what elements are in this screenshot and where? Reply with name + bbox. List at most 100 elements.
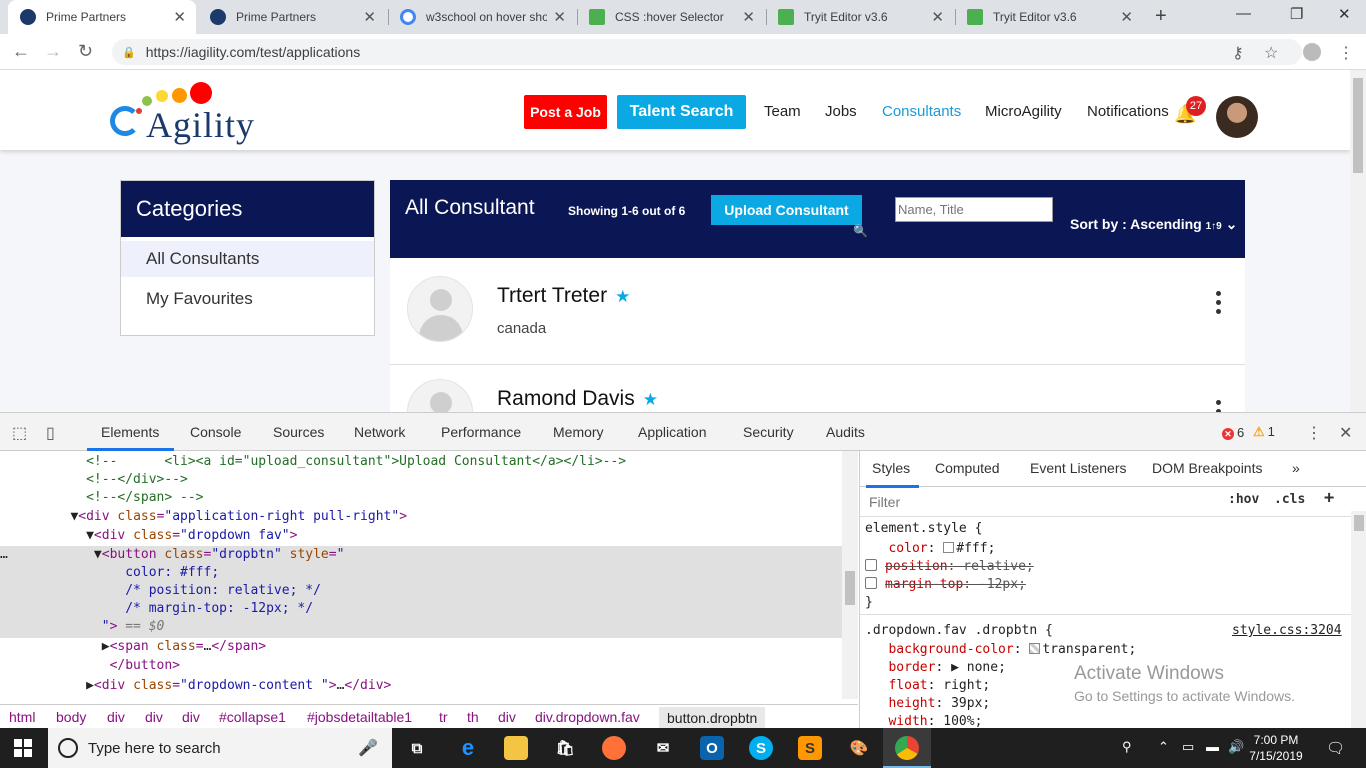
reload-icon[interactable]: ↻ <box>78 41 93 62</box>
tab-application[interactable]: Application <box>638 424 707 440</box>
search-icon[interactable]: 🔍 <box>853 224 868 238</box>
browser-tab[interactable]: Tryit Editor v3.6 ✕ <box>766 0 954 34</box>
sublime-text-icon[interactable]: S <box>798 736 822 760</box>
notifications-center-icon[interactable]: 🗨 <box>1326 739 1345 757</box>
paint-icon[interactable]: 🎨 <box>847 736 871 760</box>
store-icon[interactable]: 🛍 <box>553 736 577 760</box>
nav-jobs[interactable]: Jobs <box>825 103 857 120</box>
task-view-icon[interactable]: ⧉ <box>405 736 429 760</box>
nav-microagility[interactable]: MicroAgility <box>985 103 1062 120</box>
close-tab-icon[interactable]: ✕ <box>1120 8 1133 26</box>
consultant-row[interactable]: Ramond Davis ★ <box>390 365 1245 412</box>
favourite-star-icon[interactable]: ★ <box>615 287 630 306</box>
name-title-search-input[interactable] <box>895 197 1053 222</box>
close-tab-icon[interactable]: ✕ <box>931 8 944 26</box>
browser-tab[interactable]: w3school on hover sho ✕ <box>388 0 576 34</box>
file-explorer-icon[interactable] <box>504 736 528 760</box>
talent-search-button[interactable]: Talent Search <box>617 95 746 129</box>
tab-event-listeners[interactable]: Event Listeners <box>1030 460 1127 476</box>
error-count[interactable]: ✕ 6 <box>1222 425 1244 440</box>
browser-tab[interactable]: Tryit Editor v3.6 ✕ <box>955 0 1143 34</box>
category-all-consultants[interactable]: All Consultants <box>121 241 374 277</box>
volume-icon[interactable]: 🔊 <box>1228 739 1244 755</box>
chevron-up-icon[interactable]: ⌃ <box>1158 739 1169 755</box>
new-tab-button[interactable]: + <box>1155 5 1167 28</box>
nav-team[interactable]: Team <box>764 103 801 120</box>
device-toolbar-icon[interactable]: ▯ <box>46 423 55 443</box>
minimize-icon[interactable]: — <box>1236 5 1251 22</box>
menu-dots-icon[interactable]: ⋮ <box>1338 43 1354 63</box>
crumb-div[interactable]: div <box>107 709 125 725</box>
tab-memory[interactable]: Memory <box>553 424 604 440</box>
tab-audits[interactable]: Audits <box>826 424 865 440</box>
profile-icon[interactable] <box>1303 43 1321 61</box>
tab-security[interactable]: Security <box>743 424 794 440</box>
styles-filter-input[interactable]: Filter <box>863 491 1215 513</box>
tab-computed[interactable]: Computed <box>935 460 1000 476</box>
skype-icon[interactable]: S <box>749 736 773 760</box>
post-job-button[interactable]: Post a Job <box>524 95 607 129</box>
more-options-icon[interactable] <box>1216 400 1221 412</box>
url-field[interactable]: 🔒 https://iagility.com/test/applications <box>112 39 1302 65</box>
mail-icon[interactable]: ✉ <box>651 736 675 760</box>
people-icon[interactable]: ⚲ <box>1122 739 1132 755</box>
sort-dropdown[interactable]: Sort by : Ascending 1↑9 ⌄ <box>1070 216 1237 233</box>
close-devtools-icon[interactable]: ✕ <box>1339 423 1352 443</box>
category-my-favourites[interactable]: My Favourites <box>121 281 374 317</box>
agility-logo[interactable]: Agility <box>108 80 258 145</box>
crumb-dropdown-fav[interactable]: div.dropdown.fav <box>535 709 640 725</box>
new-style-rule-button[interactable]: + <box>1324 488 1334 508</box>
upload-consultant-button[interactable]: Upload Consultant <box>711 195 862 225</box>
more-tabs-icon[interactable]: » <box>1292 460 1300 476</box>
crumb-div[interactable]: div <box>145 709 163 725</box>
taskbar-search-box[interactable]: Type here to search 🎤 <box>48 728 392 768</box>
crumb-tr[interactable]: tr <box>439 709 448 725</box>
browser-tab[interactable]: Prime Partners ✕ <box>198 0 386 34</box>
user-avatar[interactable] <box>1216 96 1258 138</box>
outlook-icon[interactable]: O <box>700 736 724 760</box>
crumb-collapse1[interactable]: #collapse1 <box>219 709 286 725</box>
consultant-name[interactable]: Ramond Davis <box>497 387 635 410</box>
crumb-body[interactable]: body <box>56 709 86 725</box>
rule-source-link[interactable]: style.css:3204 <box>1232 623 1342 638</box>
inspect-element-icon[interactable]: ⬚ <box>12 423 27 443</box>
edge-icon[interactable]: e <box>456 735 480 760</box>
crumb-html[interactable]: html <box>9 709 35 725</box>
dom-scrollbar[interactable] <box>842 451 858 699</box>
tab-performance[interactable]: Performance <box>441 424 521 440</box>
tab-elements[interactable]: Elements <box>101 424 159 440</box>
firefox-icon[interactable] <box>602 736 626 760</box>
close-tab-icon[interactable]: ✕ <box>363 8 376 26</box>
windows-start-icon[interactable] <box>14 739 32 757</box>
nav-consultants[interactable]: Consultants <box>882 103 961 120</box>
microphone-icon[interactable]: 🎤 <box>358 738 378 758</box>
hover-state-toggle[interactable]: :hov <box>1228 492 1259 507</box>
styles-scrollbar[interactable] <box>1351 511 1366 729</box>
crumb-button-dropbtn[interactable]: button.dropbtn <box>659 707 766 729</box>
tab-console[interactable]: Console <box>190 424 241 440</box>
crumb-th[interactable]: th <box>467 709 479 725</box>
nav-notifications[interactable]: Notifications <box>1087 103 1169 120</box>
dom-tree[interactable]: <!-- <li><a id="upload_consultant">Uploa… <box>0 451 858 699</box>
close-tab-icon[interactable]: ✕ <box>173 8 186 26</box>
more-options-icon[interactable] <box>1216 291 1221 318</box>
tab-sources[interactable]: Sources <box>273 424 324 440</box>
tab-dom-breakpoints[interactable]: DOM Breakpoints <box>1152 460 1262 476</box>
consultant-row[interactable]: Trtert Treter ★ canada <box>390 258 1245 365</box>
tab-network[interactable]: Network <box>354 424 405 440</box>
favourite-star-icon[interactable]: ★ <box>643 390 658 409</box>
network-icon[interactable]: ▭ <box>1182 739 1194 755</box>
warning-count[interactable]: ⚠ 1 <box>1253 424 1275 440</box>
tab-styles[interactable]: Styles <box>872 460 910 476</box>
class-toggle[interactable]: .cls <box>1274 492 1305 507</box>
forward-icon[interactable]: → <box>44 41 62 62</box>
clock[interactable]: 7:00 PM 7/15/2019 <box>1244 732 1308 764</box>
consultant-name[interactable]: Trtert Treter <box>497 284 607 307</box>
browser-tab[interactable]: CSS :hover Selector ✕ <box>577 0 765 34</box>
bookmark-star-icon[interactable]: ☆ <box>1264 43 1278 63</box>
crumb-jobsdetailtable1[interactable]: #jobsdetailtable1 <box>307 709 412 725</box>
back-icon[interactable]: ← <box>12 41 30 62</box>
battery-icon[interactable]: ▬ <box>1206 739 1219 754</box>
crumb-div[interactable]: div <box>182 709 200 725</box>
crumb-div[interactable]: div <box>498 709 516 725</box>
